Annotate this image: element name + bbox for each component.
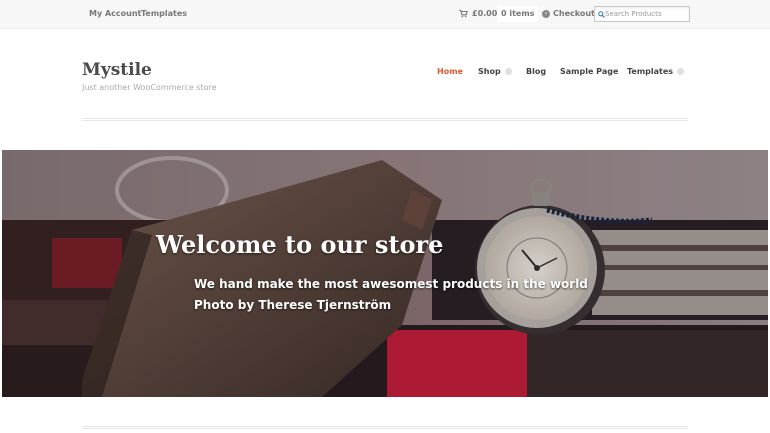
cart-icon[interactable]	[459, 9, 468, 18]
nav-item-shop[interactable]: Shop	[478, 67, 512, 76]
header-divider	[82, 118, 688, 121]
nav-item-shop-label: Shop	[478, 67, 501, 76]
hero-photo-credit: Photo by Therese Tjernström	[194, 298, 392, 312]
templates-link[interactable]: Templates	[141, 9, 187, 18]
hero-subtitle: We hand make the most awesomest products…	[194, 277, 588, 291]
nav-item-sample-page-label: Sample Page	[560, 67, 619, 76]
nav-item-sample-page[interactable]: Sample Page	[560, 67, 618, 76]
nav-item-home-label: Home	[437, 67, 463, 76]
dropdown-indicator-icon	[677, 68, 685, 75]
site-description: Just another WooCommerce store	[82, 83, 217, 92]
site-title[interactable]: Mystile	[82, 60, 152, 80]
content-divider	[82, 426, 688, 429]
checkout-icon[interactable]: ›	[542, 10, 550, 18]
hero-slider[interactable]: Welcome to our store We hand make the mo…	[2, 150, 768, 397]
cart-total[interactable]: £0.00	[472, 9, 497, 18]
nav-item-templates[interactable]: Templates	[627, 67, 685, 76]
nav-item-templates-label: Templates	[627, 67, 674, 76]
cart-items-count[interactable]: 0 items	[497, 6, 539, 22]
nav-item-home[interactable]: Home	[437, 67, 463, 76]
top-bar: My Account Templates £0.00 0 items › Che…	[0, 0, 770, 29]
checkout-link[interactable]: Checkout	[553, 9, 595, 18]
my-account-link[interactable]: My Account	[89, 9, 141, 18]
nav-item-blog-label: Blog	[526, 67, 547, 76]
dropdown-indicator-icon	[504, 68, 512, 75]
search-icon	[598, 11, 605, 18]
search-input[interactable]	[605, 8, 687, 20]
hero-photo	[2, 150, 768, 397]
hero-title: Welcome to our store	[156, 230, 444, 259]
nav-item-blog[interactable]: Blog	[526, 67, 546, 76]
search-box[interactable]	[594, 6, 690, 22]
